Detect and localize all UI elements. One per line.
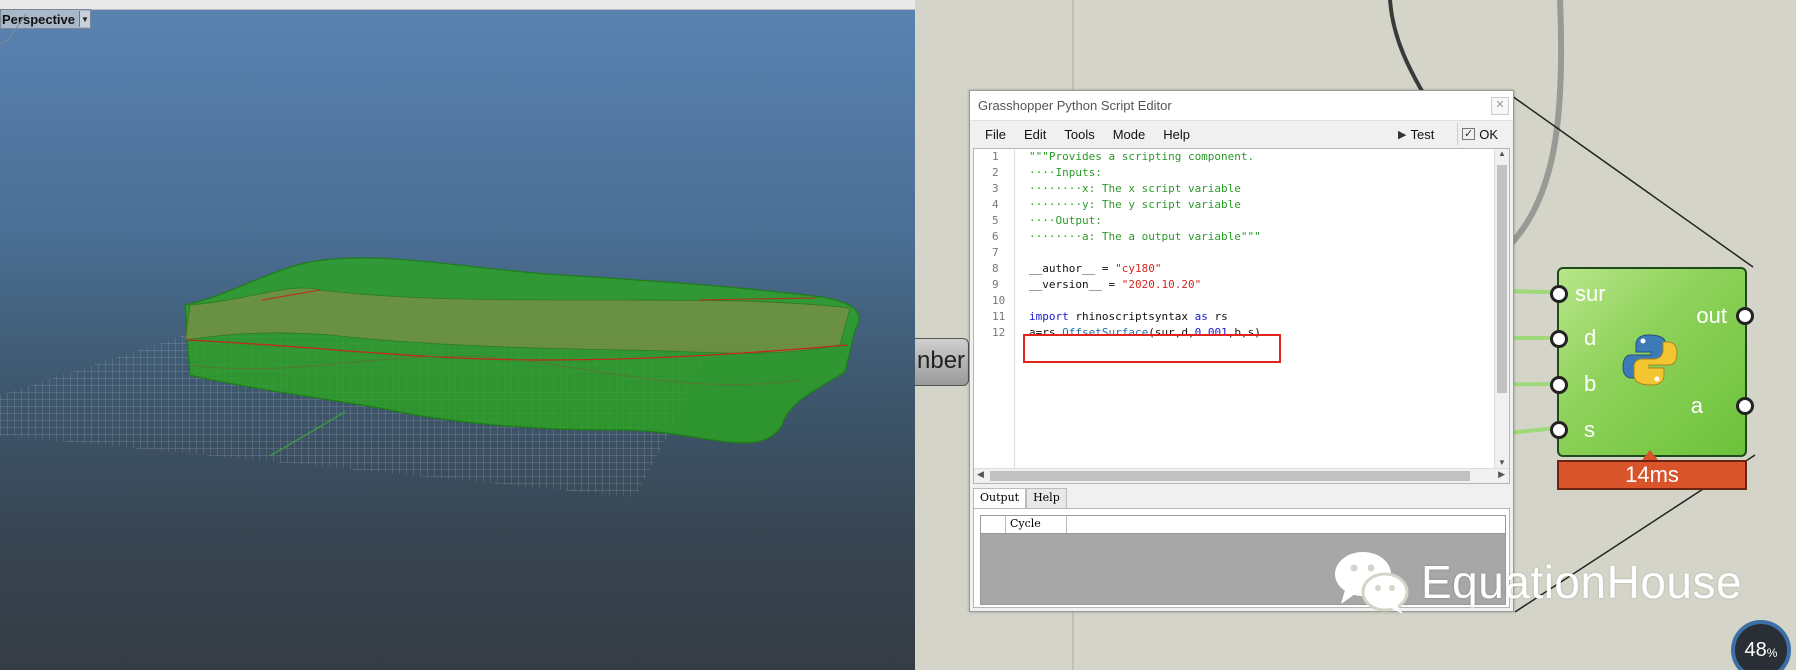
line-number: 12 <box>992 326 1006 339</box>
code-line-2: ····Inputs: <box>1029 165 1261 181</box>
code-line-9: __version__ = "2020.10.20" <box>1029 277 1261 293</box>
chevron-up-icon[interactable]: ▲ <box>1498 149 1506 158</box>
line-number: 6 <box>992 230 999 243</box>
docstring: ········y: The y script variable <box>1029 198 1241 211</box>
wechat-icon <box>1335 552 1409 614</box>
close-icon[interactable]: ✕ <box>1491 97 1509 115</box>
output-tabs: Output Help <box>973 488 1067 508</box>
code-line-1: """Provides a scripting component. <box>1029 149 1261 165</box>
output-table-header: Cycle <box>981 516 1505 534</box>
line-number: 5 <box>992 214 999 227</box>
docstring: ········x: The x script variable <box>1029 182 1241 195</box>
chevron-down-icon[interactable]: ▼ <box>1498 458 1506 467</box>
output-grip-a[interactable] <box>1736 397 1754 415</box>
code-lines[interactable]: """Provides a scripting component. ····I… <box>1029 149 1261 341</box>
output-index-column <box>981 516 1006 533</box>
play-icon: ▶ <box>1398 128 1407 141</box>
author-value: "cy180" <box>1115 262 1162 275</box>
input-label-b: b <box>1584 371 1597 396</box>
triangle-down-icon[interactable]: ▼ <box>79 11 90 27</box>
input-label-d: d <box>1584 325 1597 350</box>
test-label: Test <box>1410 126 1435 142</box>
world-axis-icon <box>0 13 27 45</box>
number-slider-stub[interactable]: nber <box>915 338 969 386</box>
line-number: 1 <box>992 150 999 163</box>
menu-help[interactable]: Help <box>1154 127 1199 142</box>
input-grip-s[interactable] <box>1550 421 1568 439</box>
watermark: EquationHouse <box>1331 548 1742 616</box>
zoom-value: 48 <box>1744 638 1767 661</box>
code-line-5: ····Output: <box>1029 213 1261 229</box>
vertical-scroll-thumb[interactable] <box>1497 165 1507 393</box>
watermark-text: EquationHouse <box>1421 556 1743 608</box>
code-line-11: import rhinoscriptsyntax as rs <box>1029 309 1261 325</box>
output-column-cycle[interactable]: Cycle <box>1006 516 1067 533</box>
input-grip-d[interactable] <box>1550 330 1568 348</box>
rhino-viewport[interactable]: Perspective ▼ <box>0 0 915 670</box>
output-label-out: out <box>1696 303 1727 328</box>
editor-titlebar[interactable]: Grasshopper Python Script Editor ✕ <box>970 91 1513 121</box>
highlight-box <box>1023 334 1281 363</box>
python-script-component[interactable]: sur d b s out a <box>1550 267 1754 457</box>
line-number: 10 <box>992 294 1006 307</box>
as-keyword: as <box>1194 310 1208 323</box>
component-timing-badge: 14ms <box>1557 460 1747 490</box>
docstring: ····Output: <box>1029 214 1102 227</box>
tab-output[interactable]: Output <box>973 488 1027 508</box>
line-number: 2 <box>992 166 999 179</box>
line-number: 4 <box>992 198 999 211</box>
version-var: __version__ = <box>1029 278 1122 291</box>
chevron-left-icon[interactable]: ◀ <box>977 469 984 480</box>
ok-label: OK <box>1479 126 1499 142</box>
ok-button[interactable]: ✓ OK <box>1457 123 1502 145</box>
code-line-8: __author__ = "cy180" <box>1029 261 1261 277</box>
horizontal-scrollbar[interactable]: ◀ ▶ <box>974 468 1509 483</box>
code-editor[interactable]: 1 2 3 4 5 6 7 8 9 10 11 12 """Provides a… <box>973 148 1510 484</box>
input-grip-b[interactable] <box>1550 376 1568 394</box>
author-var: __author__ = <box>1029 262 1116 275</box>
output-grip-out[interactable] <box>1736 307 1754 325</box>
zoom-unit: % <box>1766 646 1778 660</box>
checkmark-icon: ✓ <box>1462 128 1476 140</box>
code-line-3: ········x: The x script variable <box>1029 181 1261 197</box>
python-script-editor-window[interactable]: Grasshopper Python Script Editor ✕ File … <box>969 90 1514 612</box>
module-alias: rs <box>1207 310 1228 323</box>
line-number: 7 <box>992 246 999 259</box>
module-name: rhinoscriptsyntax <box>1068 310 1195 323</box>
test-button[interactable]: ▶ Test <box>1394 123 1438 145</box>
menu-edit[interactable]: Edit <box>1015 127 1055 142</box>
docstring: ········a: The a output variable""" <box>1029 230 1261 243</box>
line-number: 3 <box>992 182 999 195</box>
input-label-s: s <box>1584 417 1595 442</box>
chevron-right-icon[interactable]: ▶ <box>1498 469 1505 480</box>
python-logo-icon <box>1622 334 1678 386</box>
import-keyword: import <box>1029 310 1069 323</box>
output-label-a: a <box>1690 393 1703 418</box>
menu-mode[interactable]: Mode <box>1104 127 1155 142</box>
timing-pointer <box>1642 450 1658 460</box>
version-value: "2020.10.20" <box>1121 278 1202 291</box>
input-grip-sur[interactable] <box>1550 285 1568 303</box>
docstring: ····Inputs: <box>1029 166 1102 179</box>
editor-title: Grasshopper Python Script Editor <box>978 98 1172 113</box>
vertical-scrollbar[interactable]: ▲ ▼ <box>1494 149 1509 469</box>
menu-tools[interactable]: Tools <box>1055 127 1103 142</box>
input-label-sur: sur <box>1575 281 1606 306</box>
code-line-6: ········a: The a output variable""" <box>1029 229 1261 245</box>
code-line-4: ········y: The y script variable <box>1029 197 1261 213</box>
docstring: """Provides a scripting component. <box>1029 150 1255 163</box>
line-number: 11 <box>992 310 1006 323</box>
line-number: 9 <box>992 278 999 291</box>
viewport-scene <box>0 257 860 497</box>
tab-help[interactable]: Help <box>1026 488 1067 508</box>
line-number: 8 <box>992 262 999 275</box>
editor-menubar: File Edit Tools Mode Help ▶ Test ✓ OK <box>970 121 1513 147</box>
line-number-gutter: 1 2 3 4 5 6 7 8 9 10 11 12 <box>974 149 1015 469</box>
horizontal-scroll-thumb[interactable] <box>990 471 1470 481</box>
menu-file[interactable]: File <box>976 127 1015 142</box>
